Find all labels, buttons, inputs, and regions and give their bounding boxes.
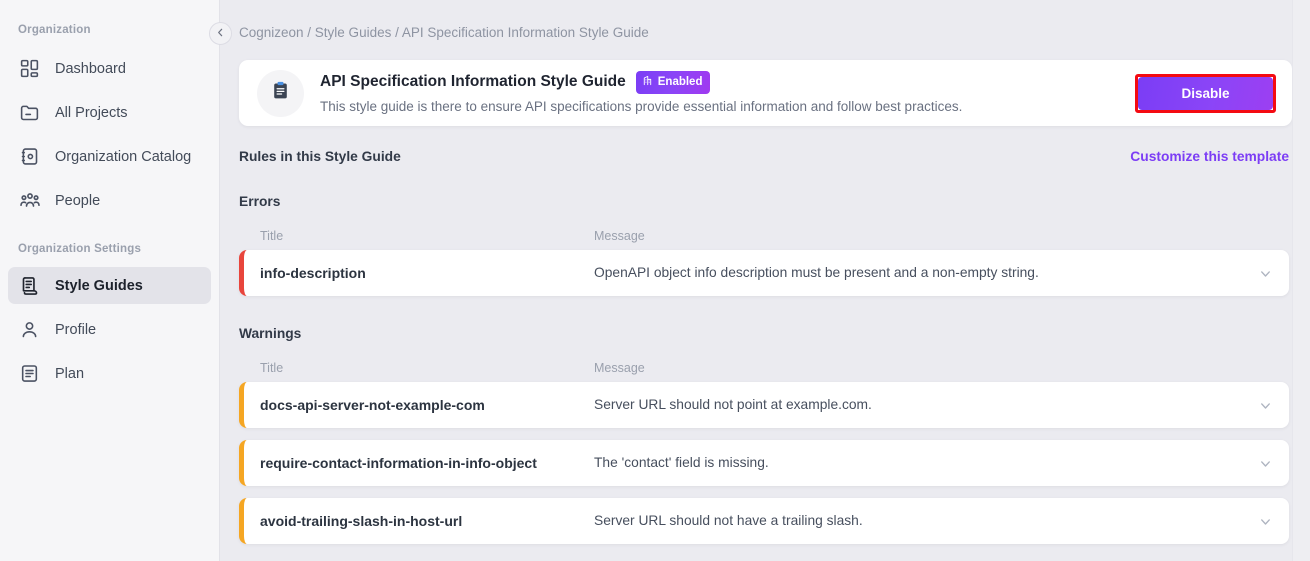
page-title: API Specification Information Style Guid… [320,73,626,90]
rule-message: Server URL should not point at example.c… [594,397,872,412]
rule-title: require-contact-information-in-info-obje… [260,455,537,471]
disable-button-highlight: Disable [1135,73,1276,113]
disable-button[interactable]: Disable [1138,76,1273,110]
rules-header: Rules in this Style Guide Customize this… [239,148,1289,166]
sidebar-item-label: Organization Catalog [55,148,192,165]
table-row[interactable]: require-contact-information-in-info-obje… [239,440,1289,486]
sidebar-item-label: Style Guides [55,277,143,294]
sidebar: Organization Dashboard All Projects Orga… [0,0,232,561]
folder-icon [18,101,41,124]
style-guide-info: API Specification Information Style Guid… [320,70,1135,116]
app-root: Organization Dashboard All Projects Orga… [0,0,1310,561]
breadcrumb[interactable]: Cognizeon / Style Guides / API Specifica… [239,0,1292,42]
sidebar-item-profile[interactable]: Profile [8,311,211,348]
chevron-down-icon[interactable] [1255,514,1275,529]
catalog-icon [18,145,41,168]
style-guide-title-row: API Specification Information Style Guid… [320,70,1135,94]
table-row[interactable]: info-description OpenAPI object info des… [239,250,1289,296]
sidebar-item-all-projects[interactable]: All Projects [8,94,211,131]
chevron-down-icon[interactable] [1255,266,1275,281]
document-icon [18,362,41,385]
scroll-icon [18,274,41,297]
column-headers-warnings: Title Message [239,360,1292,376]
clipboard-icon [270,80,291,106]
sidebar-collapse-button[interactable] [209,22,232,45]
vertical-scrollbar[interactable] [1292,0,1310,561]
sidebar-item-label: Plan [55,365,85,382]
status-badge: Enabled [635,70,711,94]
rule-message: The 'contact' field is missing. [594,455,769,470]
sidebar-item-style-guides[interactable]: Style Guides [8,267,211,304]
sidebar-item-people[interactable]: People [8,182,211,219]
certificate-icon [642,75,653,90]
group-title-warnings: Warnings [239,326,302,341]
column-header-message: Message [594,361,645,375]
table-row[interactable]: avoid-trailing-slash-in-host-url Server … [239,498,1289,544]
rule-title: docs-api-server-not-example-com [260,397,485,413]
sidebar-item-label: All Projects [55,104,128,121]
rules-heading: Rules in this Style Guide [239,149,401,164]
rule-title: avoid-trailing-slash-in-host-url [260,513,463,529]
sidebar-item-label: Profile [55,321,97,338]
style-guide-header-card: API Specification Information Style Guid… [239,60,1292,126]
sidebar-section-title-organization-settings: Organization Settings [18,243,142,255]
style-guide-description: This style guide is there to ensure API … [320,98,963,114]
status-badge-label: Enabled [657,75,703,88]
sidebar-item-organization-catalog[interactable]: Organization Catalog [8,138,211,175]
sidebar-section-title-organization: Organization [18,24,91,36]
rule-message: OpenAPI object info description must be … [594,265,1039,280]
sidebar-item-plan[interactable]: Plan [8,355,211,392]
group-title-errors: Errors [239,194,281,209]
column-headers-errors: Title Message [239,228,1292,244]
sidebar-item-dashboard[interactable]: Dashboard [8,50,211,87]
sidebar-item-label: Dashboard [55,60,126,77]
column-header-title: Title [260,361,284,375]
avatar [257,69,304,117]
chevron-down-icon[interactable] [1255,398,1275,413]
table-row[interactable]: docs-api-server-not-example-com Server U… [239,382,1289,428]
customize-template-link[interactable]: Customize this template [1130,148,1289,166]
user-icon [18,318,41,341]
sidebar-item-label: People [55,192,101,209]
dashboard-icon [18,57,41,80]
main-content: Cognizeon / Style Guides / API Specifica… [220,0,1310,561]
people-icon [18,189,41,212]
column-header-title: Title [260,229,284,243]
chevron-down-icon[interactable] [1255,456,1275,471]
rule-message: Server URL should not have a trailing sl… [594,513,863,528]
column-header-message: Message [594,229,645,243]
chevron-left-icon [215,25,226,43]
rule-title: info-description [260,265,366,281]
